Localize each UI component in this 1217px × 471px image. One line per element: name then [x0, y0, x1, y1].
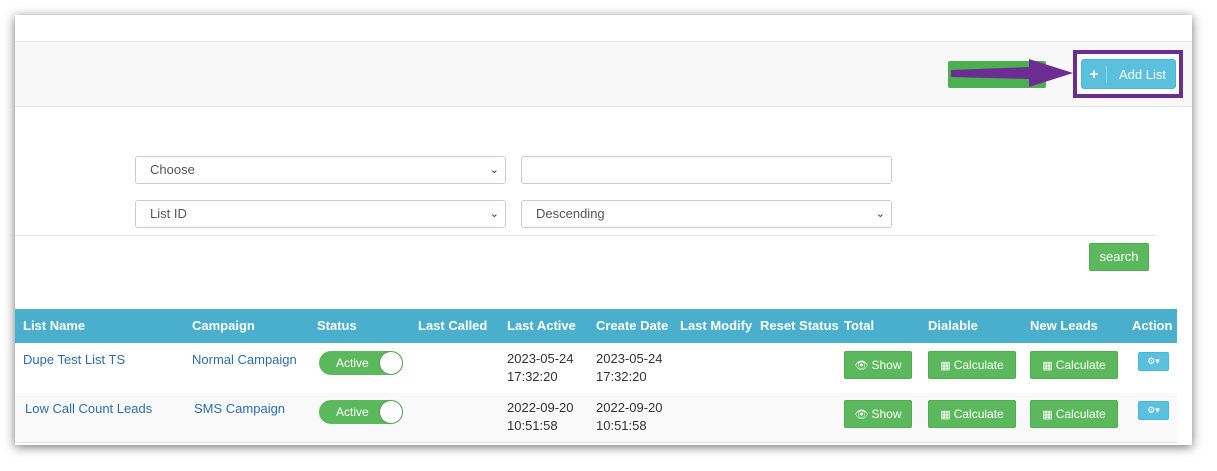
total-show-button[interactable]: 👁 Show	[844, 351, 912, 379]
list-name-link[interactable]: Low Call Count Leads	[25, 401, 152, 416]
list-management-panel: + Add List Choose ⌄ List ID ⌄ Descending…	[15, 15, 1192, 445]
last-active: 2023-05-24 17:32:20	[507, 350, 574, 386]
sort-field-value: List ID	[150, 206, 187, 221]
search-input[interactable]	[521, 156, 892, 184]
last-active: 2022-09-20 10:51:58	[507, 399, 574, 435]
show-label: Show	[871, 358, 902, 372]
campaign-link[interactable]: SMS Campaign	[194, 401, 285, 416]
status-label: Active	[336, 405, 369, 419]
add-list-label: Add List	[1119, 66, 1166, 82]
create-date: 2023-05-24 17:32:20	[596, 350, 663, 386]
column-header[interactable]: Total	[844, 309, 874, 343]
last-active-date: 2022-09-20	[507, 400, 574, 415]
status-toggle[interactable]: Active	[319, 400, 403, 424]
new-leads-calculate-button[interactable]: ▦ Calculate	[1030, 400, 1118, 428]
column-header[interactable]: Dialable	[928, 309, 978, 343]
column-header[interactable]: Last Active	[507, 309, 576, 343]
add-list-button[interactable]: + Add List	[1081, 59, 1176, 89]
calculate-label: Calculate	[953, 358, 1004, 372]
create-date: 2022-09-20 10:51:58	[596, 399, 663, 435]
top-strip	[15, 15, 1192, 42]
plus-icon: +	[1082, 65, 1107, 83]
calculator-icon: ▦	[940, 360, 951, 372]
create-time-value: 10:51:58	[596, 418, 647, 433]
chevron-down-icon: ⌄	[489, 208, 499, 220]
action-dropdown-button[interactable]: ⚙▾	[1138, 352, 1169, 371]
calculator-icon: ▦	[940, 409, 951, 421]
status-label: Active	[336, 356, 369, 370]
column-header[interactable]: Create Date	[596, 309, 668, 343]
column-header[interactable]: Status	[317, 309, 357, 343]
calculate-label: Calculate	[1055, 358, 1106, 372]
chevron-down-icon: ⌄	[875, 208, 885, 220]
total-show-button[interactable]: 👁 Show	[844, 400, 912, 428]
toggle-knob	[380, 401, 402, 423]
column-header[interactable]: Campaign	[192, 309, 255, 343]
create-date-value: 2023-05-24	[596, 351, 663, 366]
column-header[interactable]: Last Called	[418, 309, 487, 343]
dialable-calculate-button[interactable]: ▦ Calculate	[928, 351, 1016, 379]
sort-field-select[interactable]: List ID ⌄	[135, 200, 506, 228]
search-button[interactable]: search	[1089, 243, 1149, 271]
table-header: List Name Campaign Status Last Called La…	[15, 309, 1177, 343]
filter-divider	[15, 235, 1155, 236]
annotation-arrow-icon	[951, 59, 1073, 87]
column-header[interactable]: Action	[1132, 309, 1172, 343]
column-header[interactable]: Reset Status	[760, 309, 839, 343]
campaign-link[interactable]: Normal Campaign	[192, 352, 297, 367]
dialable-calculate-button[interactable]: ▦ Calculate	[928, 400, 1016, 428]
sort-order-select[interactable]: Descending ⌄	[521, 200, 892, 228]
column-header[interactable]: New Leads	[1030, 309, 1098, 343]
toggle-knob	[380, 352, 402, 374]
column-header[interactable]: Last Modify	[680, 309, 752, 343]
calculate-label: Calculate	[953, 407, 1004, 421]
field-select-value: Choose	[150, 162, 195, 177]
chevron-down-icon: ⌄	[489, 164, 499, 176]
column-header[interactable]: List Name	[23, 309, 85, 343]
show-label: Show	[871, 407, 902, 421]
action-dropdown-button[interactable]: ⚙▾	[1138, 401, 1169, 420]
new-leads-calculate-button[interactable]: ▦ Calculate	[1030, 351, 1118, 379]
last-active-date: 2023-05-24	[507, 351, 574, 366]
last-active-time: 17:32:20	[507, 369, 558, 384]
field-select[interactable]: Choose ⌄	[135, 156, 506, 184]
table-row: Dupe Test List TS Normal Campaign Active…	[15, 344, 1177, 394]
list-name-link[interactable]: Dupe Test List TS	[23, 352, 125, 367]
caret-down-icon: ▾	[1155, 356, 1160, 366]
eye-icon: 👁	[854, 360, 869, 372]
caret-down-icon: ▾	[1155, 405, 1160, 415]
sort-order-value: Descending	[536, 206, 605, 221]
calculator-icon: ▦	[1042, 409, 1053, 421]
status-toggle[interactable]: Active	[319, 351, 403, 375]
table-row: Low Call Count Leads SMS Campaign Active…	[15, 393, 1177, 443]
eye-icon: 👁	[854, 409, 869, 421]
last-active-time: 10:51:58	[507, 418, 558, 433]
calculator-icon: ▦	[1042, 360, 1053, 372]
create-date-value: 2022-09-20	[596, 400, 663, 415]
create-time-value: 17:32:20	[596, 369, 647, 384]
calculate-label: Calculate	[1055, 407, 1106, 421]
